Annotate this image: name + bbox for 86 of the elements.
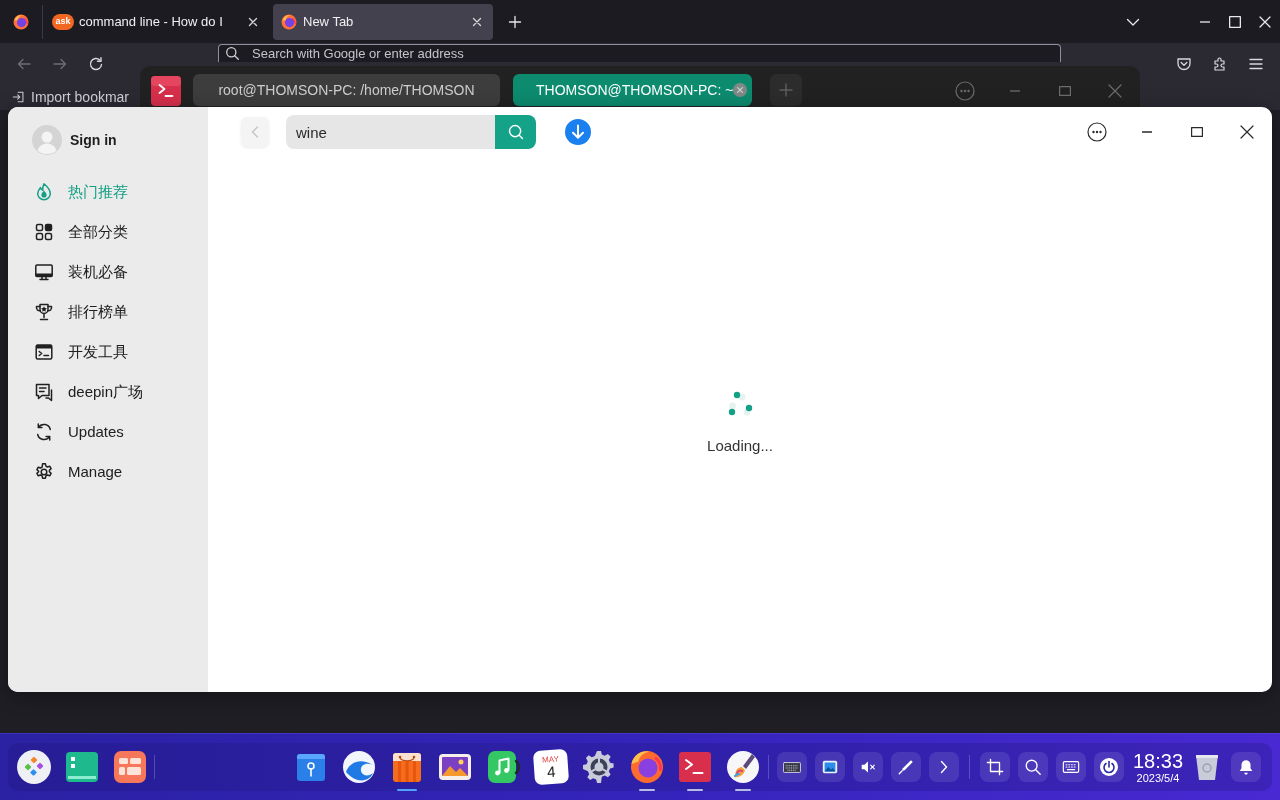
browser-icon: [281, 13, 297, 30]
search-icon: [506, 123, 525, 141]
bell-icon: [1237, 758, 1255, 776]
refresh-icon: [34, 422, 54, 442]
clock-time[interactable]: 18:33: [1132, 750, 1184, 771]
maximize-icon: [1191, 127, 1203, 137]
monitor-icon: [34, 262, 54, 282]
download-button[interactable]: [565, 119, 591, 145]
more-options-icon: [955, 81, 975, 101]
plus-icon: [778, 82, 794, 98]
sidebar-item[interactable]: Updates: [32, 412, 184, 452]
browser-tab[interactable]: New Tab: [273, 3, 493, 40]
avatar-icon: [32, 125, 62, 155]
sidebar-item[interactable]: 开发工具: [32, 332, 184, 372]
keyboard-icon: [1062, 758, 1080, 776]
settings-icon[interactable]: [581, 749, 617, 785]
minimize-icon: [1199, 20, 1211, 23]
keyboard-button[interactable]: [777, 752, 807, 782]
puzzle-icon: [1212, 55, 1228, 72]
terminal-tab[interactable]: root@THOMSON-PC: /home/THOMSON: [193, 74, 500, 106]
calendar-month: MAY: [541, 754, 560, 765]
volume-button[interactable]: [853, 752, 883, 782]
maximize-icon: [1059, 86, 1071, 96]
minimize-icon: [1141, 131, 1153, 133]
paintbrush-icon[interactable]: [725, 749, 761, 785]
chevron-left-icon: [251, 126, 259, 138]
close-icon: [1108, 84, 1122, 98]
music-note-icon[interactable]: [485, 749, 521, 785]
close-icon: [1240, 125, 1254, 139]
sidebar-item[interactable]: deepin广场: [32, 372, 184, 412]
close-icon: [1259, 15, 1271, 28]
search-button[interactable]: [1018, 752, 1048, 782]
pocket-icon: [1176, 55, 1192, 72]
power-button[interactable]: [1094, 752, 1124, 782]
terminal-tab[interactable]: THOMSON@THOMSON-PC: ~: [513, 74, 752, 106]
pen-button[interactable]: [891, 752, 921, 782]
crop-icon: [986, 758, 1004, 776]
spinner-icon: [727, 391, 753, 418]
power-icon: [1099, 757, 1119, 777]
wave-icon[interactable]: [341, 749, 377, 785]
search-icon: [1024, 758, 1042, 776]
keyboard-icon: [783, 761, 801, 773]
flame-icon: [34, 182, 54, 202]
download-icon: [565, 119, 591, 145]
calendar-day: 4: [546, 763, 556, 779]
sidebar-item[interactable]: 排行榜单: [32, 292, 184, 332]
search-field[interactable]: wine: [286, 115, 495, 149]
search-icon: [226, 47, 239, 60]
sidebar-item[interactable]: 全部分类: [32, 212, 184, 252]
screen-button[interactable]: [815, 752, 845, 782]
maximize-icon: [1229, 15, 1241, 28]
reload-icon: [88, 55, 104, 72]
browser-icon[interactable]: [629, 749, 665, 785]
terminal-icon: [34, 342, 54, 362]
browser-icon[interactable]: [13, 13, 29, 30]
settings-icon: [34, 462, 54, 482]
layout-icon[interactable]: [112, 749, 148, 785]
notifications-button[interactable]: [1231, 752, 1261, 782]
more-options-icon: [1087, 122, 1107, 142]
picture-icon: [821, 758, 839, 776]
site-logo: ask: [52, 13, 74, 30]
expand-tray-button[interactable]: [929, 752, 959, 782]
browser-tab[interactable]: ask command line - How do I: [46, 3, 269, 40]
file-panel-icon[interactable]: [64, 749, 100, 785]
trash-icon[interactable]: [1195, 752, 1219, 782]
chat-icon: [34, 382, 54, 402]
sidebar-item[interactable]: Manage: [32, 452, 184, 492]
chevron-right-icon: [940, 760, 948, 774]
address-field[interactable]: Search with Google or enter address: [218, 44, 1061, 62]
calendar-app-button[interactable]: MAY 4: [532, 748, 570, 786]
minimize-icon: [1009, 90, 1021, 92]
pen-icon: [897, 758, 915, 776]
plus-icon: [507, 13, 523, 30]
import-icon: [12, 90, 26, 104]
trophy-icon: [34, 302, 54, 322]
launcher-icon[interactable]: [16, 749, 52, 785]
sidebar-item[interactable]: 装机必备: [32, 252, 184, 292]
keyboard-layout-button[interactable]: [1056, 752, 1086, 782]
bookmark-item[interactable]: Import bookmar: [12, 86, 130, 108]
terminal-icon[interactable]: [677, 749, 713, 785]
terminal-icon[interactable]: [151, 76, 181, 106]
loading-label: Loading...: [707, 436, 773, 457]
grid-icon: [34, 222, 54, 242]
screenshot-button[interactable]: [980, 752, 1010, 782]
clock-date[interactable]: 2023/5/4: [1136, 772, 1180, 784]
sign-in-button[interactable]: Sign in: [32, 125, 184, 155]
